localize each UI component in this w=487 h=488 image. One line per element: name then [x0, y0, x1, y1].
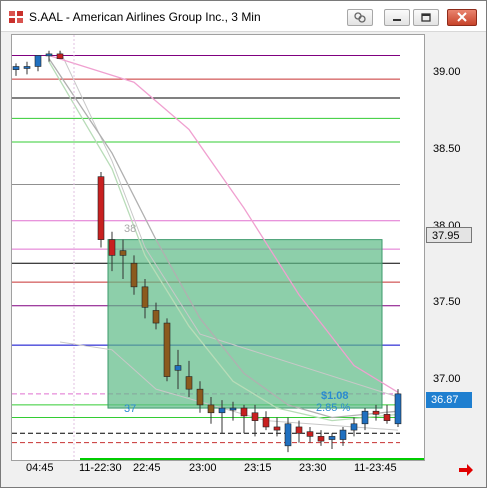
candle-body — [97, 176, 105, 240]
minimize-icon — [393, 19, 401, 21]
candle-body — [141, 286, 149, 308]
time-tick: 11-23:45 — [354, 462, 397, 474]
candle-body — [339, 429, 347, 440]
candle-body — [218, 407, 226, 414]
time-tick: 23:00 — [189, 462, 217, 474]
candle-body — [317, 436, 325, 442]
candle-body — [394, 393, 402, 425]
price-tick: 39.00 — [433, 66, 461, 78]
profit-label: $1.08 — [321, 390, 349, 402]
candle-body — [284, 423, 292, 447]
price-tick: 37.50 — [433, 296, 461, 308]
candle-body — [174, 365, 182, 371]
time-axis[interactable]: 04:45 11-22:30 22:45 23:00 23:15 23:30 1… — [11, 461, 473, 480]
candle-body — [295, 426, 303, 434]
time-tick: 23:30 — [299, 462, 327, 474]
candlestick-chart[interactable]: 38 37 $1.082.85 % — [12, 35, 424, 460]
minimize-button[interactable] — [384, 9, 410, 26]
ratio-label: 2.85 % — [316, 402, 350, 414]
candle-body — [108, 239, 116, 256]
chart-window: S.AAL - American Airlines Group Inc., 3 … — [0, 0, 487, 488]
time-tick: 23:15 — [244, 462, 272, 474]
candle-body — [361, 410, 369, 425]
candle-body — [56, 53, 64, 59]
candle-body — [372, 410, 380, 415]
close-icon — [457, 12, 467, 22]
candle-body — [45, 53, 53, 57]
candle-body — [262, 417, 270, 428]
candle-body — [130, 262, 138, 288]
price-tick: 37.00 — [433, 373, 461, 385]
candle-body — [229, 407, 237, 411]
price-plot[interactable]: 38 37 $1.08 2.85 % — [11, 34, 425, 461]
candle-body — [152, 310, 160, 324]
window-title: S.AAL - American Airlines Group Inc., 3 … — [29, 10, 261, 24]
candle-body — [163, 322, 171, 377]
candle-body — [306, 431, 314, 437]
candle-body — [251, 412, 259, 421]
price-tick: 38.50 — [433, 143, 461, 155]
upper-level-label: 38 — [124, 223, 136, 235]
candle-body — [273, 426, 281, 431]
current-price-label: 37.95 — [426, 227, 472, 243]
link-button[interactable] — [347, 9, 373, 26]
candle-body — [383, 414, 391, 421]
candle-body — [328, 436, 336, 440]
last-price-label: 36.87 — [426, 392, 472, 408]
chart-area[interactable]: 38 37 $1.08 2.85 % 39.00 38.50 38.00 37.50 … — [11, 34, 477, 480]
app-icon — [9, 11, 23, 23]
candle-body — [119, 250, 127, 256]
restore-button[interactable] — [413, 9, 439, 26]
candle-body — [23, 66, 31, 69]
time-tick: 22:45 — [133, 462, 161, 474]
time-tick: 04:45 — [26, 462, 54, 474]
scroll-right-arrow-icon[interactable] — [458, 464, 474, 476]
candle-body — [350, 423, 358, 431]
candle-body — [196, 388, 204, 406]
candle-body — [240, 407, 248, 417]
candle-body — [34, 55, 42, 67]
candle-body — [12, 66, 20, 70]
price-axis[interactable]: 39.00 38.50 38.00 37.50 37.00 37.95 36.8… — [425, 34, 477, 461]
restore-icon — [421, 13, 431, 22]
candle-body — [185, 376, 193, 390]
link-icon — [354, 12, 366, 23]
close-button[interactable] — [447, 9, 477, 26]
lower-level-label: 37 — [124, 403, 136, 415]
title-bar[interactable]: S.AAL - American Airlines Group Inc., 3 … — [1, 1, 486, 32]
candle-body — [207, 404, 215, 414]
time-tick: 11-22:30 — [79, 462, 122, 474]
